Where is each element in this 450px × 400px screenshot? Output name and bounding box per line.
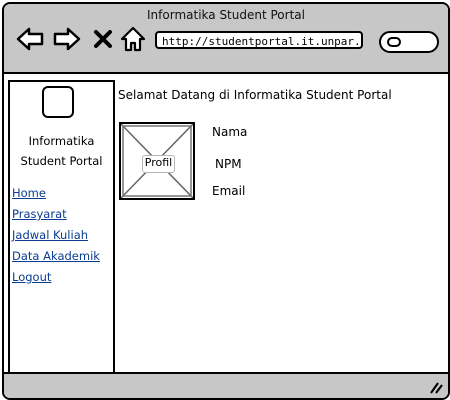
- field-npm: NPM: [215, 157, 242, 171]
- profile-label: Profil: [142, 155, 175, 173]
- home-button[interactable]: [119, 25, 147, 53]
- back-button[interactable]: [16, 25, 44, 53]
- forward-button[interactable]: [53, 25, 81, 53]
- sidebar-item-data-akademik[interactable]: Data Akademik: [12, 246, 112, 267]
- page-title: Selamat Datang di Informatika Student Po…: [118, 88, 392, 102]
- field-email: Email: [212, 184, 246, 198]
- arrow-right-icon: [53, 27, 81, 51]
- address-bar[interactable]: http://studentportal.it.unpar.ac.id: [155, 31, 363, 49]
- home-icon: [120, 26, 146, 52]
- field-nama: Nama: [212, 125, 248, 139]
- sidebar-item-prasyarat[interactable]: Prasyarat: [12, 204, 112, 225]
- close-icon: [94, 30, 112, 48]
- status-bar: [4, 372, 448, 398]
- sidebar-nav: Home Prasyarat Jadwal Kuliah Data Akadem…: [12, 183, 112, 288]
- sidebar-item-home[interactable]: Home: [12, 183, 112, 204]
- profile-image: Profil: [119, 122, 195, 200]
- resize-grip-icon[interactable]: [429, 380, 443, 394]
- sidebar-item-logout[interactable]: Logout: [12, 267, 112, 288]
- search-box[interactable]: [379, 31, 439, 53]
- stop-button[interactable]: [91, 25, 115, 53]
- browser-window: Informatika Student Portal http://studen…: [2, 2, 450, 400]
- logo-icon: [42, 86, 74, 118]
- sidebar-brand: Informatika Student Portal: [20, 134, 103, 168]
- search-icon: [387, 37, 401, 47]
- sidebar-item-jadwal-kuliah[interactable]: Jadwal Kuliah: [12, 225, 112, 246]
- title-bar: Informatika Student Portal http://studen…: [4, 4, 448, 74]
- sidebar: Informatika Student Portal Home Prasyara…: [8, 80, 115, 374]
- arrow-left-icon: [16, 27, 44, 51]
- window-title: Informatika Student Portal: [147, 8, 305, 22]
